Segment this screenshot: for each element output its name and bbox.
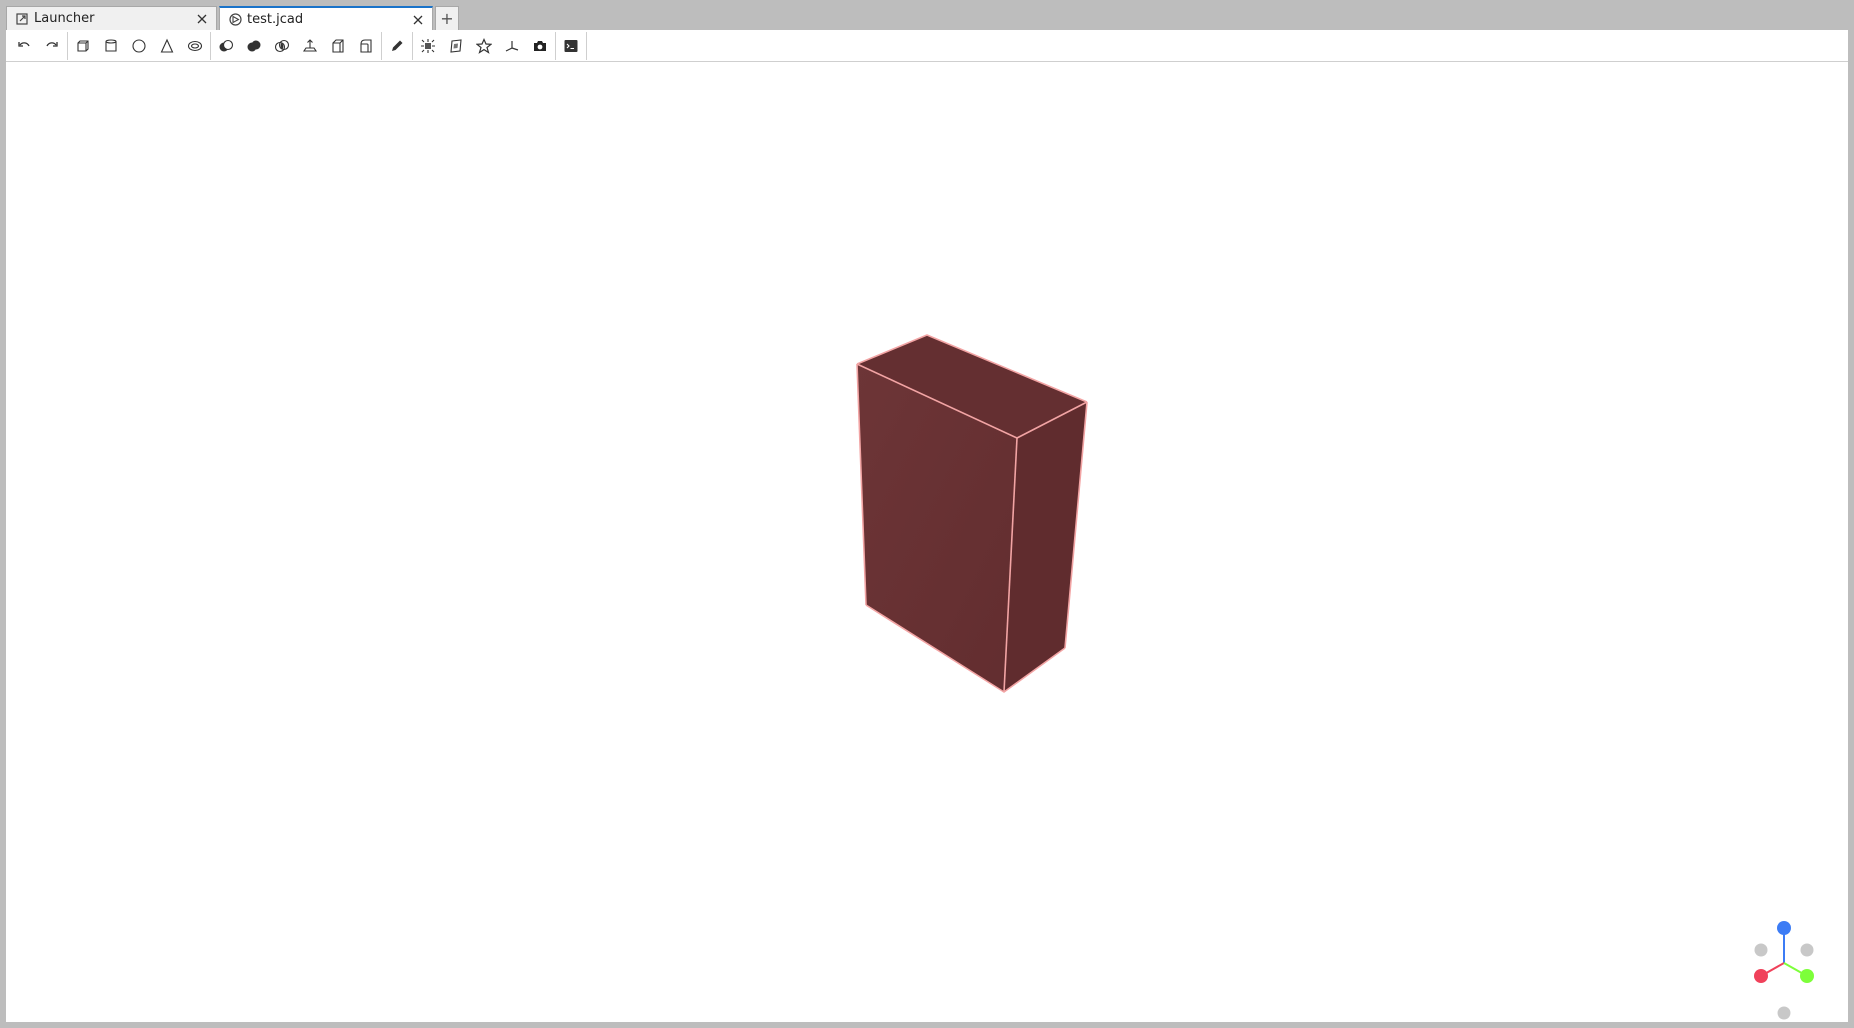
torus-button[interactable] bbox=[181, 32, 209, 60]
cylinder-icon bbox=[105, 38, 117, 52]
screenshot-icon bbox=[534, 40, 546, 51]
toolbar-separator bbox=[381, 31, 382, 60]
clip-plane-icon bbox=[450, 38, 462, 53]
axis-z-handle[interactable] bbox=[1777, 921, 1791, 935]
explode-button[interactable] bbox=[414, 32, 442, 60]
toolbar-separator bbox=[586, 31, 587, 60]
tab-bar: Launcher test.jcad + bbox=[6, 6, 459, 31]
box-icon bbox=[77, 39, 89, 52]
screenshot-button[interactable] bbox=[526, 32, 554, 60]
fillet-icon bbox=[360, 38, 372, 53]
extrusion-icon bbox=[302, 38, 318, 52]
cylinder-button[interactable] bbox=[97, 32, 125, 60]
cut-button[interactable] bbox=[212, 32, 240, 60]
chamfer-icon bbox=[332, 38, 344, 53]
toolbar-separator bbox=[67, 31, 68, 60]
tab-launcher-label: Launcher bbox=[34, 11, 95, 26]
undo-icon bbox=[18, 41, 30, 47]
cone-icon bbox=[160, 38, 174, 53]
redo-icon bbox=[46, 41, 58, 47]
toolbar-separator bbox=[555, 31, 556, 60]
new-tab-button[interactable]: + bbox=[435, 6, 459, 30]
extrusion-button[interactable] bbox=[296, 32, 324, 60]
toolbar-separator bbox=[210, 31, 211, 60]
tab-test-jcad-label: test.jcad bbox=[247, 12, 304, 27]
sketch-pencil-icon bbox=[392, 40, 403, 51]
sphere-button[interactable] bbox=[125, 32, 153, 60]
clip-plane-button[interactable] bbox=[442, 32, 470, 60]
sphere-icon bbox=[132, 38, 146, 53]
3d-viewport[interactable] bbox=[6, 63, 1848, 1022]
close-icon[interactable] bbox=[410, 12, 426, 28]
tab-launcher[interactable]: Launcher bbox=[6, 6, 217, 30]
document-panel bbox=[6, 30, 1848, 1022]
chamfer-button[interactable] bbox=[324, 32, 352, 60]
wireframe-icon bbox=[476, 37, 492, 54]
jcad-file-icon bbox=[228, 13, 242, 27]
explode-icon bbox=[421, 38, 435, 53]
redo-button[interactable] bbox=[38, 32, 66, 60]
torus-icon bbox=[187, 40, 203, 51]
axes-gizmo[interactable] bbox=[1754, 921, 1814, 1020]
terminal-icon bbox=[564, 39, 578, 52]
fuse-button[interactable] bbox=[240, 32, 268, 60]
sketch-button[interactable] bbox=[383, 32, 411, 60]
launcher-icon bbox=[15, 12, 29, 26]
axis-neg-handle[interactable] bbox=[1800, 943, 1814, 957]
axes-icon bbox=[505, 40, 519, 52]
axis-neg-handle[interactable] bbox=[1777, 1006, 1791, 1020]
terminal-button[interactable] bbox=[557, 32, 585, 60]
axis-neg-handle[interactable] bbox=[1754, 943, 1768, 957]
axis-x-handle[interactable] bbox=[1754, 969, 1768, 983]
close-icon[interactable] bbox=[194, 11, 210, 27]
fillet-button[interactable] bbox=[352, 32, 380, 60]
intersection-icon bbox=[274, 39, 290, 52]
cone-button[interactable] bbox=[153, 32, 181, 60]
toolbar-separator bbox=[412, 31, 413, 60]
axes-button[interactable] bbox=[498, 32, 526, 60]
fuse-icon bbox=[247, 40, 261, 51]
wireframe-button[interactable] bbox=[470, 32, 498, 60]
axis-y-handle[interactable] bbox=[1800, 969, 1814, 983]
box-solid[interactable] bbox=[856, 334, 1088, 693]
box-button[interactable] bbox=[69, 32, 97, 60]
intersection-button[interactable] bbox=[268, 32, 296, 60]
toolbar bbox=[6, 30, 1848, 62]
undo-button[interactable] bbox=[10, 32, 38, 60]
tab-test-jcad[interactable]: test.jcad bbox=[219, 6, 433, 31]
cut-icon bbox=[219, 39, 234, 51]
